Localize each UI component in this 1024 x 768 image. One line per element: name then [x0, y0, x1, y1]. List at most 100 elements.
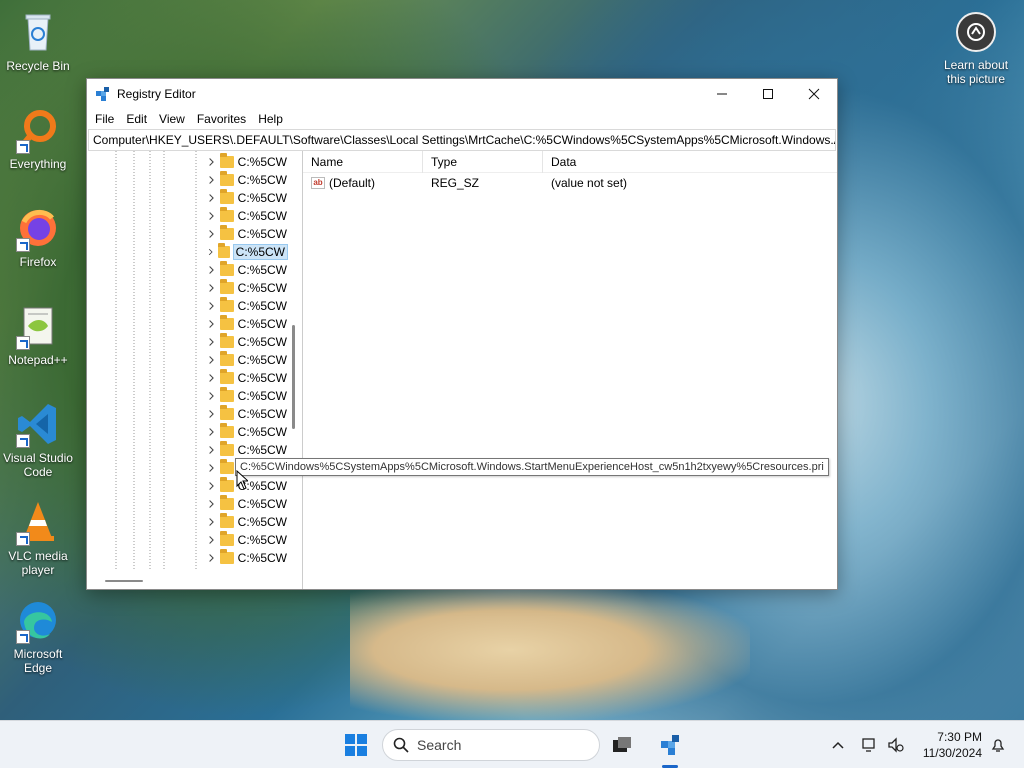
panes: C:%5CW C:%5CW C:%5CW C:%5CW C:%5CW C:%5CW C:%5… — [87, 150, 837, 589]
notifications-button[interactable] — [988, 735, 1008, 755]
column-type[interactable]: Type — [423, 150, 543, 173]
tree-vertical-scroll-thumb[interactable] — [292, 325, 295, 429]
tree-item[interactable]: C:%5CW — [207, 495, 287, 513]
chevron-right-icon[interactable] — [207, 301, 216, 311]
desktop-icon-everything[interactable]: Everything — [0, 106, 76, 171]
tree-item[interactable]: C:%5CW — [207, 261, 287, 279]
clock-date: 11/30/2024 — [922, 746, 982, 760]
tree-item[interactable]: C:%5CW — [207, 405, 287, 423]
network-tray-button[interactable] — [860, 735, 880, 755]
chevron-right-icon[interactable] — [207, 373, 216, 383]
tree-item[interactable]: C:%5CW — [207, 297, 287, 315]
menu-view[interactable]: View — [153, 112, 191, 126]
chevron-right-icon[interactable] — [207, 175, 216, 185]
desktop-icon-vlc[interactable]: VLC media player — [0, 498, 76, 577]
value-row[interactable]: ab (Default) REG_SZ (value not set) — [303, 173, 837, 193]
desktop-icon-recycle-bin[interactable]: Recycle Bin — [0, 8, 76, 73]
taskbar-search-box[interactable]: Search — [382, 729, 600, 761]
values-list-pane[interactable]: Name Type Data ab (Default) REG_SZ (valu… — [303, 150, 837, 589]
chevron-right-icon[interactable] — [207, 535, 216, 545]
chevron-right-icon[interactable] — [207, 247, 214, 257]
tree-item-label: C:%5CW — [237, 551, 287, 565]
chevron-right-icon[interactable] — [207, 319, 216, 329]
column-name[interactable]: Name — [303, 150, 423, 173]
column-data[interactable]: Data — [543, 151, 823, 173]
tree-item[interactable]: C:%5CW — [207, 207, 287, 225]
chevron-right-icon[interactable] — [207, 265, 216, 275]
chevron-right-icon[interactable] — [207, 481, 216, 491]
menu-edit[interactable]: Edit — [120, 112, 153, 126]
chevron-right-icon[interactable] — [207, 283, 216, 293]
maximize-button[interactable] — [745, 79, 791, 109]
chevron-right-icon[interactable] — [207, 337, 216, 347]
tree-vertical-scrollbar[interactable] — [289, 151, 301, 589]
chevron-right-icon[interactable] — [207, 193, 216, 203]
tree-item[interactable]: C:%5CW — [207, 243, 289, 261]
address-bar[interactable]: Computer\HKEY_USERS\.DEFAULT\Software\Cl… — [88, 129, 836, 151]
minimize-button[interactable] — [699, 79, 745, 109]
close-button[interactable] — [791, 79, 837, 109]
tree-item[interactable]: C:%5CW — [207, 513, 287, 531]
chevron-right-icon[interactable] — [207, 355, 216, 365]
desktop-icon-vscode[interactable]: Visual Studio Code — [0, 400, 76, 479]
start-button[interactable] — [344, 733, 368, 757]
tree-item-label: C:%5CW — [237, 173, 287, 187]
tree-item[interactable]: C:%5CW — [207, 441, 287, 459]
desktop-icon-label: VLC media player — [8, 549, 68, 577]
chevron-right-icon[interactable] — [207, 211, 216, 221]
menu-help[interactable]: Help — [252, 112, 289, 126]
tree-item[interactable]: C:%5CW — [207, 153, 287, 171]
tree-item[interactable]: C:%5CW — [207, 423, 287, 441]
menu-file[interactable]: File — [89, 112, 120, 126]
vscode-icon — [14, 400, 62, 448]
chevron-right-icon[interactable] — [207, 157, 216, 167]
chevron-right-icon[interactable] — [207, 409, 216, 419]
title-bar[interactable]: Registry Editor — [87, 79, 837, 109]
chevron-right-icon[interactable] — [207, 553, 216, 563]
tree-item[interactable]: C:%5CW — [207, 369, 287, 387]
tree-item[interactable]: C:%5CW — [207, 549, 287, 567]
notification-bell-icon — [991, 739, 1005, 752]
chevron-right-icon[interactable] — [207, 517, 216, 527]
chevron-right-icon[interactable] — [207, 391, 216, 401]
taskbar-registry-editor[interactable] — [650, 729, 690, 761]
tree-item[interactable]: C:%5CW — [207, 171, 287, 189]
folder-icon — [219, 171, 234, 186]
tree-item-label: C:%5CW — [237, 389, 287, 403]
desktop-icon-firefox[interactable]: Firefox — [0, 204, 76, 269]
tree-item-label: C:%5CW — [237, 425, 287, 439]
tree-item[interactable]: C:%5CW — [207, 351, 287, 369]
tree-horizontal-scrollbar[interactable] — [87, 573, 289, 589]
volume-tray-button[interactable] — [886, 735, 906, 755]
tree-item[interactable]: C:%5CW — [207, 189, 287, 207]
tree-item[interactable]: C:%5CW — [207, 531, 287, 549]
desktop-icon-notepad-plus-plus[interactable]: Notepad++ — [0, 302, 76, 367]
shortcut-arrow-icon — [16, 238, 30, 252]
folder-icon — [219, 387, 234, 402]
firefox-icon — [14, 204, 62, 252]
shortcut-arrow-icon — [16, 434, 30, 448]
taskbar-clock[interactable]: 7:30 PM 11/30/2024 — [912, 729, 982, 761]
taskbar-task-view[interactable] — [602, 729, 642, 761]
tree-item-label: C:%5CW — [237, 227, 287, 241]
menu-favorites[interactable]: Favorites — [191, 112, 252, 126]
tree-item-label: C:%5CW — [237, 443, 287, 457]
tree-item[interactable]: C:%5CW — [207, 279, 287, 297]
tree-item[interactable]: C:%5CW — [207, 315, 287, 333]
key-tree-pane[interactable]: C:%5CW C:%5CW C:%5CW C:%5CW C:%5CW C:%5CW C:%5… — [87, 151, 303, 589]
notepad-plus-plus-icon — [14, 302, 62, 350]
learn-about-picture[interactable]: Learn about this picture — [936, 10, 1016, 86]
chevron-right-icon[interactable] — [207, 499, 216, 509]
tree-item[interactable]: C:%5CW — [207, 333, 287, 351]
folder-icon — [219, 225, 234, 240]
tree-horizontal-scroll-thumb[interactable] — [105, 580, 143, 582]
chevron-right-icon[interactable] — [207, 229, 216, 239]
everything-search-icon — [14, 106, 62, 154]
tree-item[interactable]: C:%5CW — [207, 225, 287, 243]
tree-item[interactable]: C:%5CW — [207, 387, 287, 405]
chevron-right-icon[interactable] — [207, 427, 216, 437]
chevron-right-icon[interactable] — [207, 445, 216, 455]
desktop-icon-edge[interactable]: Microsoft Edge — [0, 596, 76, 675]
show-hidden-icons-button[interactable] — [828, 735, 848, 755]
chevron-right-icon[interactable] — [207, 463, 216, 473]
